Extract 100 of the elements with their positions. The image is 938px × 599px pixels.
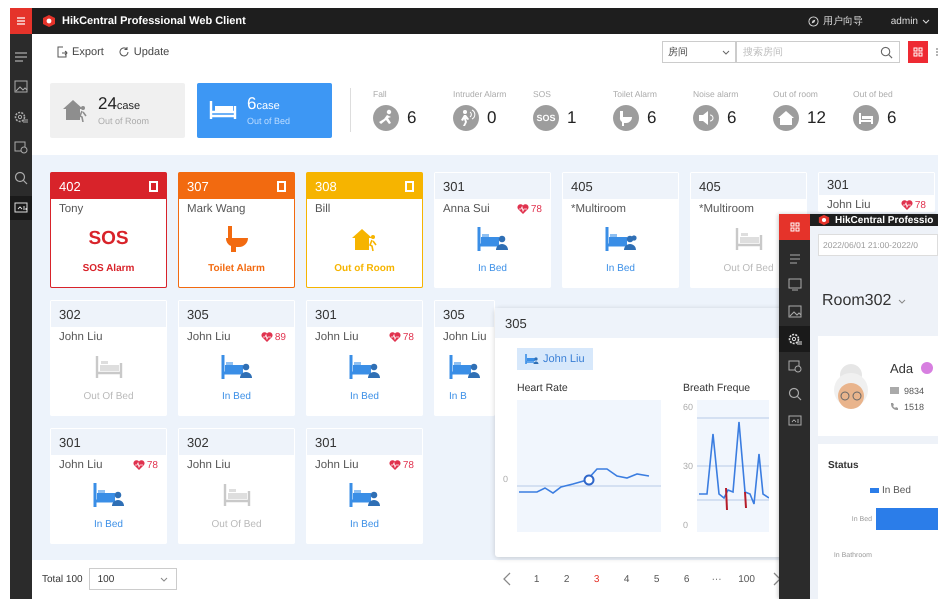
alarm-count: 1 — [567, 108, 576, 128]
room-card[interactable]: 301 John Liu 78 In Bed — [50, 428, 167, 544]
refresh-icon — [118, 46, 130, 58]
door-icon — [405, 180, 414, 192]
compass-icon — [808, 16, 819, 26]
room-card[interactable]: 405 *Multiroom In Bed — [562, 172, 679, 288]
alarm-count: 6 — [647, 108, 656, 128]
settings-icon[interactable] — [14, 110, 28, 124]
sos-icon: SOS — [533, 105, 559, 131]
card-clock-icon[interactable] — [788, 360, 802, 373]
room-number: 405 — [571, 178, 593, 194]
bed-icon — [209, 100, 237, 120]
heart-icon — [388, 460, 401, 470]
heart-icon — [900, 200, 913, 210]
previous-page-icon[interactable] — [502, 572, 511, 586]
page-button[interactable]: 3 — [584, 574, 609, 584]
card-clock-icon[interactable] — [14, 141, 28, 154]
search-icon[interactable] — [788, 387, 802, 401]
house-icon — [773, 105, 799, 131]
page-button[interactable]: 1 — [524, 574, 549, 584]
room-card[interactable]: 301 John Liu 78 In Bed — [306, 300, 423, 416]
status-label: Out of Room — [334, 263, 395, 274]
id-card-icon — [890, 387, 899, 394]
menu-icon[interactable] — [10, 8, 32, 34]
alarm-label: Noise alarm — [693, 89, 740, 99]
room-card[interactable]: 307 Mark Wang Toilet Alarm — [178, 172, 295, 288]
legend-swatch — [870, 488, 879, 493]
export-button[interactable]: Export — [56, 46, 104, 58]
user-menu[interactable]: admin — [890, 16, 930, 26]
update-button[interactable]: Update — [118, 46, 170, 58]
alarm-label: Intruder Alarm — [453, 89, 508, 99]
status-label: Out Of Bed — [723, 263, 774, 274]
page-button[interactable]: 4 — [614, 574, 639, 584]
room-card[interactable]: 305 John Liu 89 In Bed — [178, 300, 295, 416]
user-guide-link[interactable]: 用户向导 — [808, 14, 863, 28]
picture-frame-icon[interactable] — [788, 305, 802, 318]
alarm-count: 6 — [407, 108, 416, 128]
alarm-count: 6 — [727, 108, 736, 128]
grid-icon — [913, 47, 923, 57]
status-label: In Bed — [350, 391, 379, 402]
case-count: 6 — [247, 94, 256, 113]
resident-name: Anna Sui — [443, 203, 490, 215]
room-card[interactable]: 308 Bill Out of Room — [306, 172, 423, 288]
list-icon[interactable] — [788, 254, 800, 264]
page-size-dropdown[interactable]: 100 — [88, 568, 177, 590]
picture-frame-icon[interactable] — [14, 80, 28, 93]
room-card[interactable]: 301 John Liu 78 In Bed — [306, 428, 423, 544]
monitor-icon[interactable] — [788, 415, 802, 427]
logo-icon — [818, 214, 830, 226]
chevron-down-icon — [722, 50, 730, 54]
axis-tick: 60 — [683, 402, 694, 412]
bed-with-person-icon — [449, 354, 481, 380]
summary-label: Out of Room — [98, 116, 150, 126]
resident-name: John Liu — [59, 459, 102, 471]
monitor-icon[interactable] — [788, 278, 802, 291]
search-icon[interactable] — [14, 171, 28, 185]
chevron-down-icon[interactable] — [898, 298, 906, 304]
room-card[interactable]: 302 John Liu Out Of Bed — [178, 428, 295, 544]
room-number: 307 — [187, 178, 209, 194]
heart-icon — [388, 332, 401, 342]
heart-rate: 78 — [146, 460, 158, 470]
id-number: 9834 — [904, 386, 924, 396]
list-icon[interactable] — [14, 51, 28, 63]
resident-name: John Liu — [443, 331, 486, 343]
settings-icon[interactable] — [779, 326, 810, 352]
resident-name: John Liu — [59, 331, 102, 343]
room-number: 305 — [443, 306, 465, 322]
room-card[interactable]: 402 Tony SOS SOS Alarm — [50, 172, 167, 288]
room-number: 301 — [315, 434, 337, 450]
monitor-icon[interactable] — [10, 196, 32, 220]
resident-name: Mark Wang — [187, 203, 246, 215]
grid-view-button[interactable] — [908, 41, 928, 63]
axis-tick: 0 — [683, 520, 690, 530]
room-selector[interactable]: Room302 — [822, 292, 892, 310]
heart-rate: 78 — [530, 204, 542, 214]
page-button[interactable]: 2 — [554, 574, 579, 584]
room-number: 301 — [443, 178, 465, 194]
resident-name: John Liu — [315, 331, 358, 343]
page-button[interactable]: 6 — [674, 574, 699, 584]
page-button[interactable]: 100 — [734, 574, 759, 584]
room-filter-dropdown[interactable]: 房间 — [662, 41, 736, 63]
grid-icon[interactable] — [779, 214, 810, 240]
room-card[interactable]: 301 John Liu 78 — [818, 172, 935, 212]
room-card[interactable]: 302 John Liu Out Of Bed — [50, 300, 167, 416]
bed-with-person-icon — [476, 226, 508, 252]
panel-title: Status — [828, 460, 860, 471]
bed-with-person-icon — [348, 354, 380, 380]
room-card[interactable]: 305 John Liu In B — [434, 300, 495, 416]
chevron-down-icon — [160, 576, 168, 582]
room-card[interactable]: 301 Anna Sui 78 In Bed — [434, 172, 551, 288]
heart-icon — [132, 460, 145, 470]
next-page-icon[interactable] — [772, 572, 782, 586]
search-field[interactable]: 搜索房间 — [736, 41, 900, 63]
export-icon — [56, 46, 68, 58]
house-icon — [62, 98, 88, 122]
page-button[interactable]: ··· — [704, 574, 729, 584]
bed-with-person-icon — [220, 354, 252, 380]
resident-name: *Multiroom — [699, 203, 754, 215]
out-of-room-card[interactable]: 24case Out of Room — [50, 82, 185, 138]
page-button[interactable]: 5 — [644, 574, 669, 584]
